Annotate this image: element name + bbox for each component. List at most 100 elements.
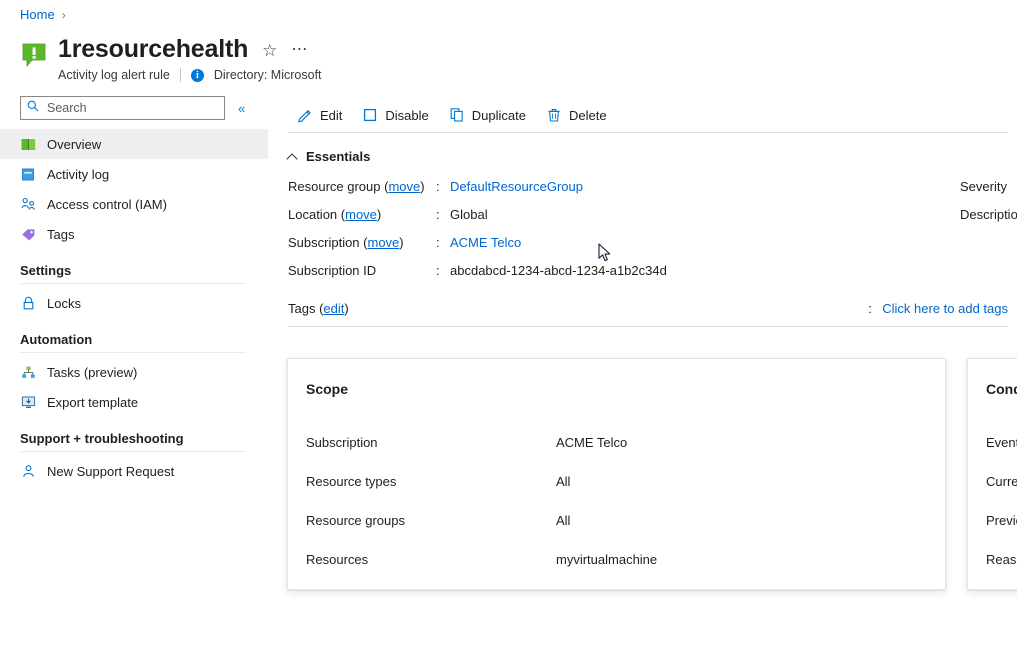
breadcrumb: Home › [20,7,66,22]
card-key: Current [986,474,1017,489]
sidebar-item-tasks[interactable]: Tasks (preview) [0,357,268,387]
sidebar-group-title: Support + troubleshooting [20,431,246,446]
sidebar-item-overview[interactable]: Overview [0,129,268,159]
label-text: Resource group [288,179,381,194]
table-row: Current [986,462,1017,501]
collapse-sidebar-icon[interactable]: « [238,101,245,116]
sidebar-item-label: Export template [47,395,138,410]
sidebar-item-locks[interactable]: Locks [0,288,268,318]
sidebar-group-automation: Automation [0,332,268,353]
paren-close: ) [377,207,381,222]
breadcrumb-home-link[interactable]: Home [20,7,55,22]
move-link[interactable]: move [388,179,420,194]
essentials-label: Location (move) [288,205,436,225]
favorite-star-icon[interactable]: ☆ [262,39,277,59]
search-box[interactable] [20,96,225,120]
header-title-row: 1resourcehealth ☆ ⋯ [58,33,322,65]
move-link[interactable]: move [368,235,400,250]
sidebar-item-label: Tags [47,227,74,242]
info-icon[interactable]: i [191,69,204,82]
sidebar-item-label: Activity log [47,167,109,182]
card-title: Scope [306,381,927,397]
essentials-row-resource-group: Resource group (move) : DefaultResourceG… [288,177,1017,205]
card-key: Resource groups [306,513,556,528]
essentials-title: Essentials [306,149,370,164]
more-options-icon[interactable]: ⋯ [291,41,308,58]
scope-card: Scope Subscription ACME Telco Resource t… [287,358,946,590]
command-label: Delete [569,108,607,123]
essentials-row-description: Description [960,205,1017,233]
sidebar-item-label: Tasks (preview) [47,365,137,380]
table-row: Resource groups All [306,501,927,540]
add-tags-link[interactable]: Click here to add tags [882,301,1008,316]
essentials-divider [288,326,1008,327]
essentials-value: Global [450,205,488,225]
essentials-value[interactable]: DefaultResourceGroup [450,177,583,197]
essentials-row-severity: Severity [960,177,1017,205]
sidebar-item-export-template[interactable]: Export template [0,387,268,417]
table-row: Resources myvirtualmachine [306,540,927,579]
chevron-up-icon [288,152,298,162]
duplicate-button[interactable]: Duplicate [440,102,535,128]
page-header: 1resourcehealth ☆ ⋯ Activity log alert r… [20,33,322,82]
essentials-header[interactable]: Essentials [288,149,1017,164]
edit-button[interactable]: Edit [288,102,351,128]
resource-type-label: Activity log alert rule [58,68,170,82]
card-key: Resource types [306,474,556,489]
sidebar-group-settings: Settings [0,263,268,284]
paren-open: ( [337,207,345,222]
cards-row: Scope Subscription ACME Telco Resource t… [287,358,1017,590]
sidebar-item-label: Overview [47,137,101,152]
header-text-block: 1resourcehealth ☆ ⋯ Activity log alert r… [58,33,322,82]
sidebar-item-tags[interactable]: Tags [0,219,268,249]
edit-tags-link[interactable]: edit [323,301,344,316]
sidebar-primary-items: Overview Activity log [0,129,268,249]
search-icon [27,99,39,117]
condition-card: Condition Event Current Previous Reason [967,358,1017,590]
essentials-colon: : [436,261,450,281]
sidebar-item-access-control[interactable]: Access control (IAM) [0,189,268,219]
essentials-colon: : [868,301,882,316]
card-key: Event [986,435,1017,450]
sidebar-item-label: New Support Request [47,464,174,479]
sidebar-item-activity-log[interactable]: Activity log [0,159,268,189]
essentials-label: Description [960,205,1017,225]
sidebar-item-new-support-request[interactable]: New Support Request [0,456,268,486]
export-template-icon [20,394,37,411]
support-person-icon [20,463,37,480]
table-row: Previous [986,501,1017,540]
left-navigation: « Overview [0,92,268,650]
essentials-row-subscription-id: Subscription ID : abcdabcd-1234-abcd-123… [288,261,1017,289]
overview-book-icon [20,136,37,153]
header-subtitle-row: Activity log alert rule i Directory: Mic… [58,68,322,82]
essentials-colon: : [436,233,450,253]
delete-button[interactable]: Delete [537,102,616,128]
table-row: Resource types All [306,462,927,501]
page-title: 1resourcehealth [58,33,248,65]
command-bar: Edit Disable Duplicate [268,92,1017,132]
sidebar-item-label: Access control (IAM) [47,197,167,212]
azure-portal-resource-blade: Home › 1resourcehealth ☆ ⋯ Activity log … [0,0,1017,650]
move-link[interactable]: move [345,207,377,222]
paren-open: ( [360,235,368,250]
disable-button[interactable]: Disable [353,102,437,128]
essentials-value[interactable]: ACME Telco [450,233,521,253]
sidebar-group-divider [20,352,246,353]
essentials-value: abcdabcd-1234-abcd-1234-a1b2c34d [450,261,667,281]
essentials-section: Essentials Resource group (move) : Defau… [268,133,1017,327]
essentials-row-location: Location (move) : Global [288,205,1017,233]
square-outline-icon [362,107,378,123]
copy-icon [449,107,465,123]
directory-label: Directory: Microsoft [214,68,322,82]
essentials-label: Severity [960,177,1007,197]
search-input[interactable] [45,100,218,116]
essentials-label: Tags (edit) [288,301,349,316]
card-value: myvirtualmachine [556,552,657,567]
essentials-colon: : [436,177,450,197]
sidebar-group-title: Automation [20,332,246,347]
card-key: Previous [986,513,1017,528]
essentials-label: Resource group (move) [288,177,436,197]
paren-close: ) [399,235,403,250]
sidebar-group-divider [20,451,246,452]
table-row: Reason [986,540,1017,579]
